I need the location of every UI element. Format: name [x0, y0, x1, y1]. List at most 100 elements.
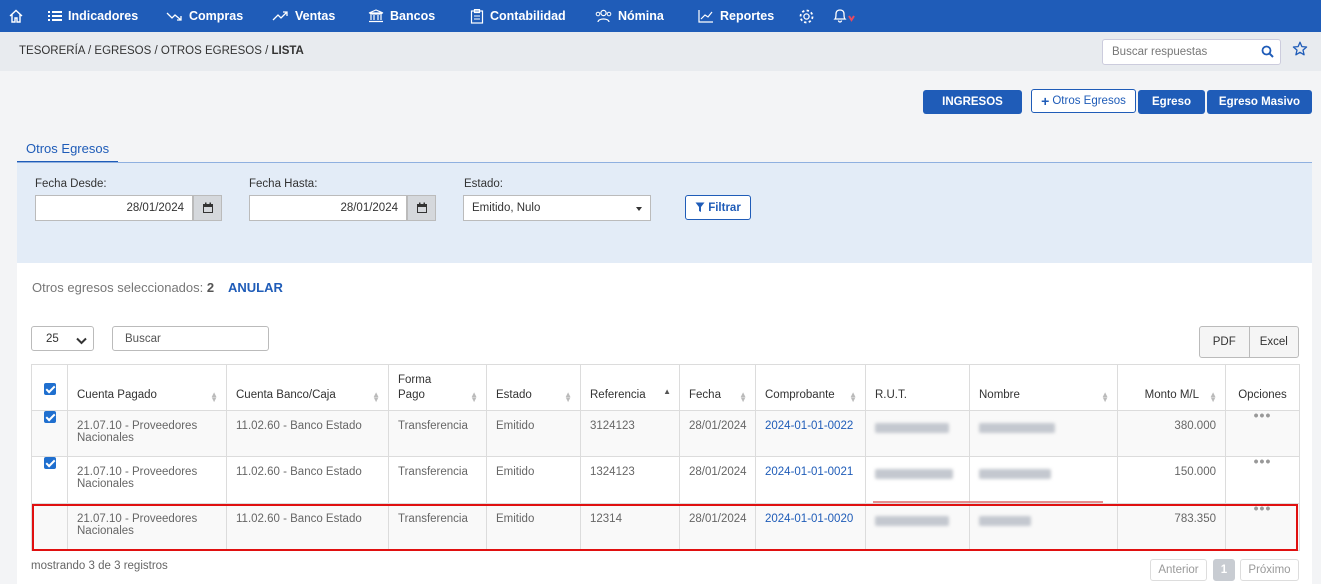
cell-rut-redacted: [865, 503, 970, 551]
nav-label: Reportes: [720, 9, 775, 23]
nav-contabilidad[interactable]: Contabilidad: [470, 0, 566, 32]
egresos-table: Cuenta Pagado ▲ ▼ Cuenta Banco/Caja ▲ ▼ Form…: [31, 364, 1300, 551]
table-search-input[interactable]: Buscar: [112, 326, 269, 351]
tab-otros-egresos[interactable]: Otros Egresos: [17, 136, 119, 163]
row-select-cell[interactable]: [31, 503, 68, 551]
col-label: Opciones: [1238, 388, 1287, 401]
nav-reportes[interactable]: Reportes: [698, 0, 774, 32]
more-options-icon[interactable]: •••: [1254, 453, 1272, 469]
nav-indicadores[interactable]: Indicadores: [48, 0, 138, 32]
row-select-cell[interactable]: [31, 456, 68, 504]
cell-comprobante-link[interactable]: 2024-01-01-0021: [755, 456, 866, 504]
col-nombre[interactable]: Nombre ▲ ▼: [969, 364, 1118, 411]
export-buttons: PDF Excel: [1199, 326, 1299, 358]
col-label: Comprobante: [765, 388, 835, 401]
nav-bancos[interactable]: Bancos: [368, 0, 435, 32]
nav-ventas[interactable]: Ventas: [272, 0, 335, 32]
ingresos-button[interactable]: INGRESOS: [923, 90, 1022, 114]
calendar-icon[interactable]: [407, 195, 436, 221]
cell-fecha: 28/01/2024: [679, 503, 756, 551]
col-comprobante[interactable]: Comprobante ▲ ▼: [755, 364, 866, 411]
row-select-cell[interactable]: [31, 410, 68, 457]
table-row[interactable]: 21.07.10 - Proveedores Nacionales 11.02.6…: [31, 501, 1300, 551]
page-length-select[interactable]: 25: [31, 326, 94, 351]
col-cuenta-banco[interactable]: Cuenta Banco/Caja ▲ ▼: [226, 364, 389, 411]
favorite-star-icon[interactable]: [1292, 41, 1308, 60]
col-label: Nombre: [979, 388, 1020, 401]
breadcrumb-item[interactable]: OTROS EGRESOS: [161, 45, 262, 57]
tab-label: Otros Egresos: [26, 141, 110, 156]
cell-comprobante-link[interactable]: 2024-01-01-0022: [755, 410, 866, 457]
fecha-desde-label: Fecha Desde:: [35, 178, 107, 190]
table-info: mostrando 3 de 3 registros: [31, 560, 168, 572]
select-all-checkbox[interactable]: [43, 383, 56, 395]
more-options-icon[interactable]: •••: [1254, 500, 1272, 516]
fecha-desde-input[interactable]: 28/01/2024: [35, 195, 193, 221]
selection-count: 2: [206, 280, 215, 295]
estado-select[interactable]: Emitido, Nulo: [463, 195, 651, 221]
table-row[interactable]: 21.07.10 - Proveedores Nacionales 11.02.6…: [31, 454, 1300, 504]
egreso-button[interactable]: Egreso: [1138, 90, 1205, 114]
home-icon[interactable]: [0, 0, 32, 32]
row-checkbox[interactable]: [43, 411, 56, 423]
col-rut[interactable]: R.U.T.: [865, 364, 970, 411]
excel-button[interactable]: Excel: [1250, 327, 1299, 357]
col-label: Cuenta Banco/Caja: [236, 388, 336, 401]
pdf-button[interactable]: PDF: [1200, 327, 1250, 357]
anular-button[interactable]: ANULAR: [228, 280, 283, 295]
col-label: Referencia: [590, 388, 646, 401]
search-icon[interactable]: [1261, 45, 1274, 61]
redacted-text: [875, 423, 949, 433]
help-search-placeholder: Buscar respuestas: [1112, 46, 1208, 58]
row-checkbox[interactable]: [43, 457, 56, 469]
sort-icon: ▲ ▼: [1101, 390, 1109, 404]
nav-nomina[interactable]: Nómina: [595, 0, 664, 32]
col-label: Forma: [398, 373, 432, 386]
fecha-hasta-input[interactable]: 28/01/2024: [249, 195, 407, 221]
chart-icon: [698, 10, 713, 23]
breadcrumb-item[interactable]: TESORERÍA: [19, 45, 85, 57]
col-fecha[interactable]: Fecha ▲ ▼: [679, 364, 756, 411]
col-opciones: Opciones: [1225, 364, 1300, 411]
cell-text: 21.07.10 - Proveedores: [77, 513, 198, 525]
add-otros-egresos-button[interactable]: + Otros Egresos: [1031, 89, 1136, 113]
bell-icon[interactable]: [831, 0, 857, 32]
gear-icon[interactable]: [797, 0, 815, 32]
nav-label: Nómina: [618, 9, 664, 23]
cell-fecha: 28/01/2024: [679, 410, 756, 457]
breadcrumb-item[interactable]: EGRESOS: [94, 45, 151, 57]
ingresos-label: INGRESOS: [942, 96, 1003, 108]
col-monto[interactable]: Monto M/L ▲ ▼: [1117, 364, 1226, 411]
col-referencia[interactable]: Referencia ▲: [580, 364, 680, 411]
cell-cuenta-banco: 11.02.60 - Banco Estado: [226, 503, 389, 551]
calendar-icon[interactable]: [193, 195, 222, 221]
cell-text: Nacionales: [77, 525, 134, 537]
col-label: Monto M/L: [1144, 388, 1199, 401]
col-forma-pago[interactable]: Forma Pago ▲ ▼: [388, 364, 487, 411]
cell-comprobante-link[interactable]: 2024-01-01-0020: [755, 503, 866, 551]
redacted-text: [875, 516, 949, 526]
help-search-input[interactable]: Buscar respuestas: [1102, 39, 1281, 65]
prev-page-button[interactable]: Anterior: [1150, 559, 1207, 581]
table-row[interactable]: 21.07.10 - Proveedores Nacionales 11.02.6…: [31, 408, 1300, 457]
col-label: Cuenta Pagado: [77, 388, 157, 401]
page-1-button[interactable]: 1: [1213, 559, 1235, 581]
cell-nombre-redacted: [969, 456, 1118, 504]
page-length-value: 25: [46, 333, 59, 345]
egreso-masivo-button[interactable]: Egreso Masivo: [1207, 90, 1312, 114]
select-all-cell[interactable]: [31, 364, 68, 411]
col-cuenta-pagado[interactable]: Cuenta Pagado ▲ ▼: [67, 364, 227, 411]
row-options-cell[interactable]: •••: [1225, 501, 1300, 551]
cell-text: 21.07.10 - Proveedores: [77, 420, 198, 432]
cell-referencia: 1324123: [580, 456, 680, 504]
next-page-button[interactable]: Próximo: [1240, 559, 1299, 581]
col-estado[interactable]: Estado ▲ ▼: [486, 364, 581, 411]
table-search-placeholder: Buscar: [125, 333, 161, 345]
redacted-text: [875, 469, 953, 479]
selection-label: Otros egresos seleccionados:: [32, 280, 204, 295]
row-options-cell[interactable]: •••: [1225, 408, 1300, 457]
filtrar-button[interactable]: Filtrar: [685, 195, 751, 220]
nav-compras[interactable]: Compras: [166, 0, 243, 32]
egreso-masivo-label: Egreso Masivo: [1218, 96, 1301, 108]
row-options-cell[interactable]: •••: [1225, 454, 1300, 504]
